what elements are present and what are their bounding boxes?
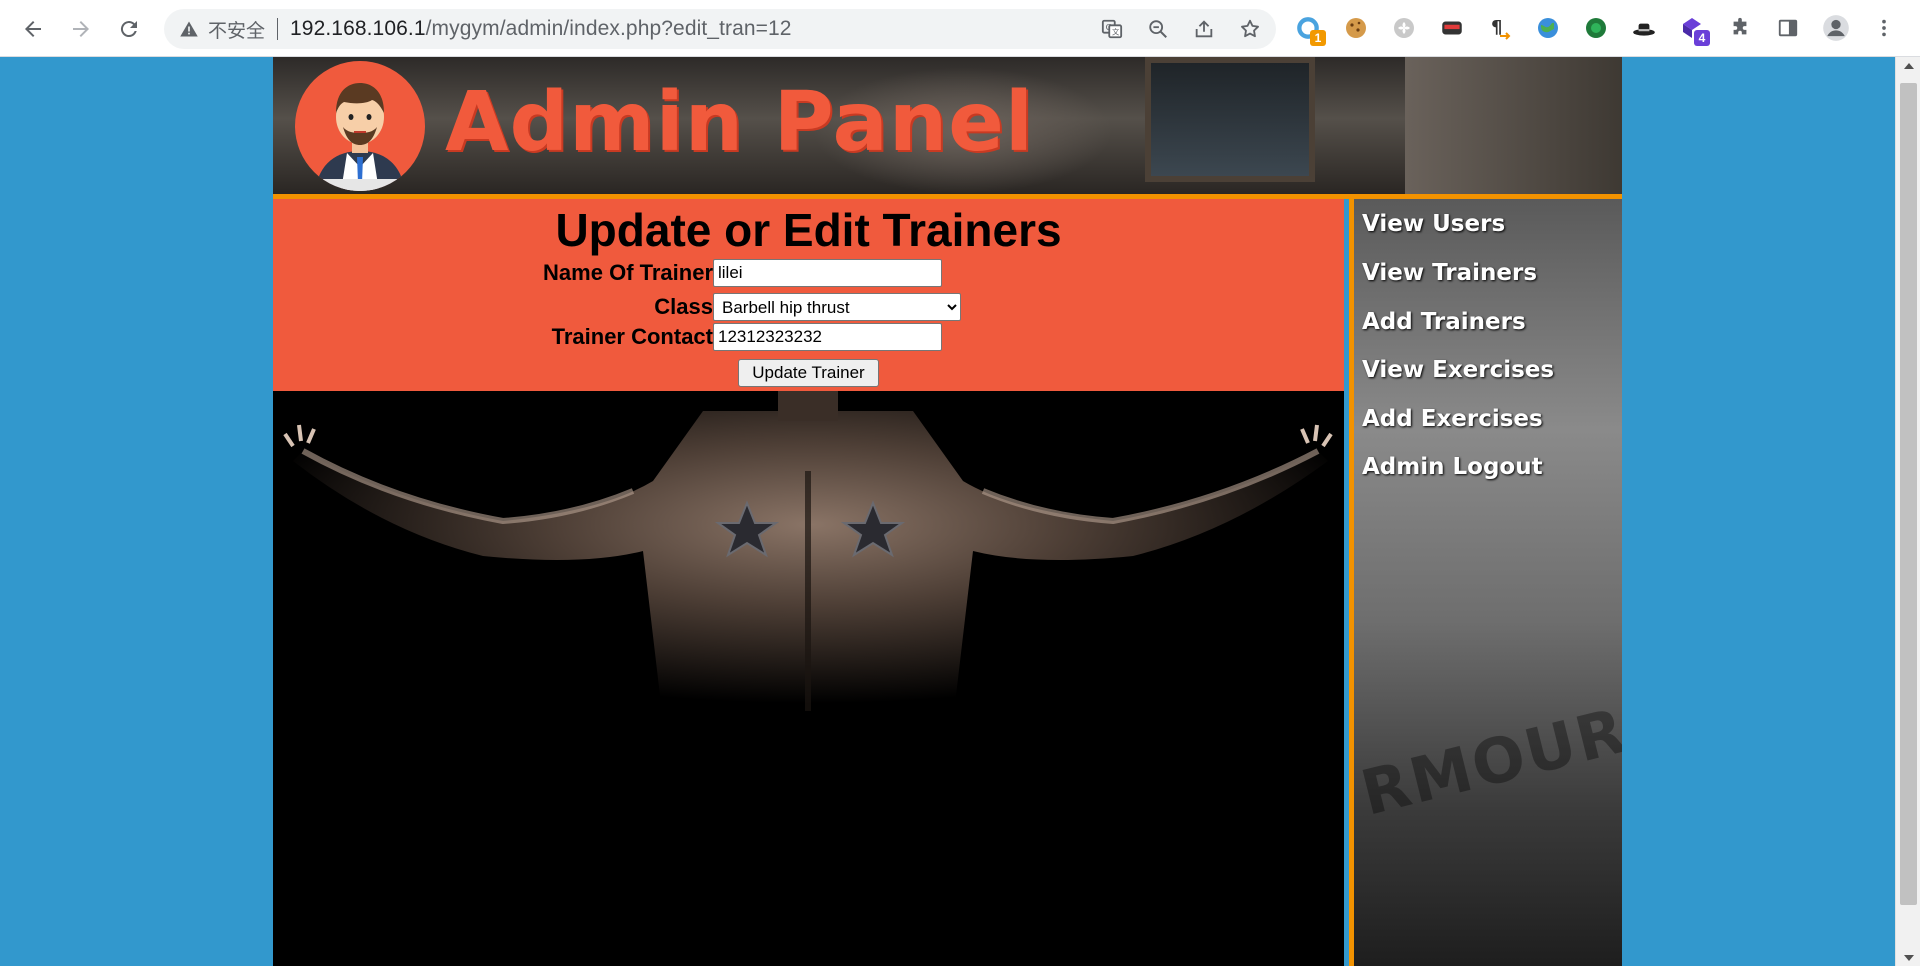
profile-icon[interactable] (1818, 10, 1854, 46)
sidebar-item-add-exercises[interactable]: Add Exercises (1362, 406, 1543, 432)
class-select[interactable]: Barbell hip thrust (713, 293, 961, 321)
banner-window-image (1145, 57, 1315, 182)
url-host: 192.168.106.1 (290, 17, 426, 40)
address-bar[interactable]: 不安全 192.168.106.1/mygym/admin/index.php?… (164, 9, 1276, 49)
url-path: /mygym/admin/index.php?edit_tran=12 (425, 17, 792, 40)
edit-trainer-form: Update or Edit Trainers Name Of Trainer … (273, 199, 1344, 391)
sidebar-item-view-exercises[interactable]: View Exercises (1362, 357, 1554, 383)
trainer-name-label: Name Of Trainer (543, 260, 713, 285)
warning-triangle-icon[interactable] (178, 18, 200, 40)
mask-icon[interactable] (1434, 10, 1470, 46)
sidebar-item-admin-logout[interactable]: Admin Logout (1362, 454, 1543, 480)
zoom-out-icon[interactable] (1144, 15, 1172, 43)
name-row: Name Of Trainer (473, 259, 1073, 287)
reload-icon (120, 21, 137, 38)
trainer-name-input[interactable] (713, 259, 942, 287)
green-orb-icon[interactable] (1578, 10, 1614, 46)
extension-badge: 4 (1694, 30, 1710, 46)
browser-toolbar: 不安全 192.168.106.1/mygym/admin/index.php?… (0, 0, 1920, 57)
reload-button[interactable] (109, 9, 149, 49)
page-viewport: Admin Panel Update or Edit Trainers Name… (0, 57, 1920, 966)
admin-container: Admin Panel Update or Edit Trainers Name… (273, 57, 1622, 966)
sidebar-item-view-trainers[interactable]: View Trainers (1362, 260, 1537, 286)
admin-avatar (295, 61, 425, 191)
share-icon[interactable] (1190, 15, 1218, 43)
form-title: Update or Edit Trainers (555, 204, 1062, 256)
banner-door-image (1405, 57, 1622, 194)
side-panel-icon[interactable] (1770, 10, 1806, 46)
page-scrollbar[interactable] (1895, 57, 1920, 966)
omnibox-actions: G文 (1098, 15, 1264, 43)
sidebar-item-view-users[interactable]: View Users (1362, 211, 1505, 237)
forward-arrow-icon (73, 21, 89, 37)
trainer-contact-label: Trainer Contact (551, 324, 713, 349)
pilcrow-arrow-icon[interactable]: ¶ (1482, 10, 1518, 46)
back-arrow-icon (25, 21, 41, 37)
ring-icon[interactable]: 1 (1290, 10, 1326, 46)
kebab-menu-icon[interactable] (1866, 10, 1902, 46)
bookmark-star-icon[interactable] (1236, 15, 1264, 43)
class-row: Class Barbell hip thrust (473, 293, 1073, 321)
hero-bodybuilder-image (273, 391, 1344, 966)
translate-icon[interactable]: G文 (1098, 15, 1126, 43)
scrollbar-thumb[interactable] (1900, 83, 1917, 905)
bodybuilder-back-illustration (273, 391, 1344, 966)
forward-button[interactable] (61, 9, 101, 49)
sidebar-background-brand-text: RMOUR (1354, 693, 1622, 830)
not-secure-label: 不安全 (208, 20, 266, 42)
back-button[interactable] (13, 9, 53, 49)
svg-text:¶: ¶ (1491, 17, 1502, 38)
sidebar-nav: View Users View Trainers Add Trainers Vi… (1349, 199, 1622, 966)
purple-cube-icon[interactable]: 4 (1674, 10, 1710, 46)
sidebar-item-add-trainers[interactable]: Add Trainers (1362, 309, 1526, 335)
trainer-contact-input[interactable] (713, 323, 942, 351)
puzzle-icon[interactable] (1722, 10, 1758, 46)
cookie-icon[interactable] (1338, 10, 1374, 46)
admin-panel-title: Admin Panel (445, 75, 1034, 170)
update-trainer-button[interactable]: Update Trainer (738, 359, 879, 387)
scroll-up-arrow-icon[interactable] (1896, 57, 1920, 74)
omnibox-divider (277, 18, 279, 40)
url-text[interactable]: 192.168.106.1/mygym/admin/index.php?edit… (290, 17, 792, 41)
globe-icon[interactable] (1530, 10, 1566, 46)
class-label: Class (654, 294, 713, 319)
svg-text:文: 文 (1112, 28, 1120, 37)
contact-row: Trainer Contact (473, 323, 1073, 351)
clover-icon[interactable] (1386, 10, 1422, 46)
hat-icon[interactable] (1626, 10, 1662, 46)
extensions-row: 1 ¶ 4 (1290, 10, 1902, 46)
header-banner: Admin Panel (273, 57, 1622, 194)
scroll-down-arrow-icon[interactable] (1896, 949, 1920, 966)
extension-badge: 1 (1310, 30, 1326, 46)
main-content: Update or Edit Trainers Name Of Trainer … (273, 199, 1344, 966)
